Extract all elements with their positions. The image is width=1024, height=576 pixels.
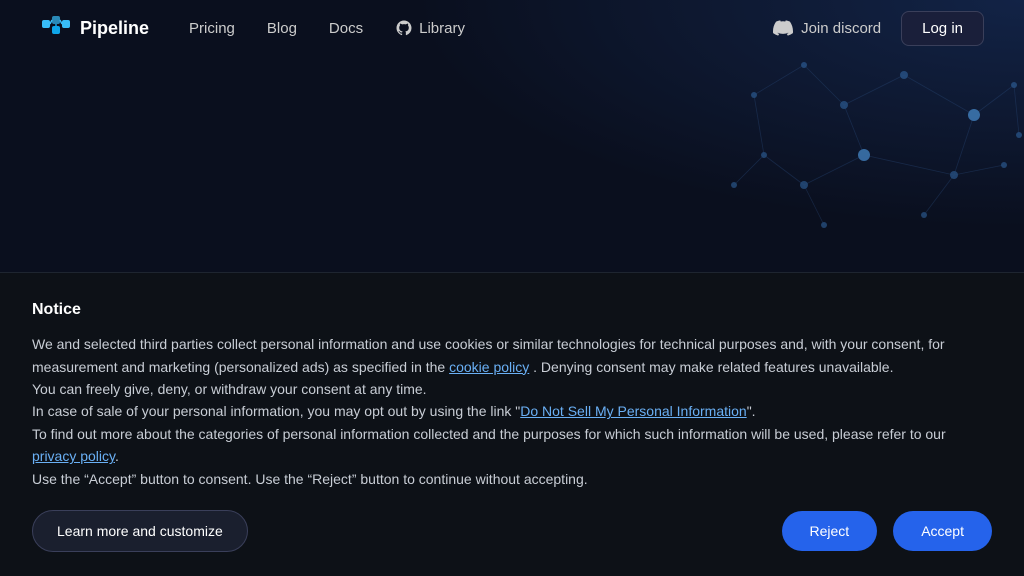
pipeline-logo-icon	[40, 12, 72, 44]
notice-body-line6: To find out more about the categories of…	[32, 426, 946, 442]
notice-body-line4: In case of sale of your personal informa…	[32, 403, 520, 419]
nav-links: Pricing Blog Docs Library	[189, 19, 773, 37]
privacy-policy-link[interactable]: privacy policy	[32, 448, 115, 464]
cookie-policy-link[interactable]: cookie policy	[449, 359, 529, 375]
notice-title: Notice	[32, 301, 992, 319]
discord-link[interactable]: Join discord	[773, 18, 881, 38]
notice-body-line7: .	[115, 448, 119, 464]
notice-body: We and selected third parties collect pe…	[32, 333, 992, 490]
network-decoration	[704, 55, 1024, 245]
nav-library[interactable]: Library	[395, 19, 465, 37]
nav-pricing[interactable]: Pricing	[189, 20, 235, 37]
login-button[interactable]: Log in	[901, 11, 984, 46]
discord-label: Join discord	[801, 20, 881, 37]
nav-library-label: Library	[419, 20, 465, 37]
learn-more-button[interactable]: Learn more and customize	[32, 510, 248, 552]
nav-blog[interactable]: Blog	[267, 20, 297, 37]
logo[interactable]: Pipeline	[40, 12, 149, 44]
logo-text: Pipeline	[80, 18, 149, 39]
reject-button[interactable]: Reject	[782, 511, 878, 551]
notice-body-line8: Use the “Accept” button to consent. Use …	[32, 471, 588, 487]
nav-docs[interactable]: Docs	[329, 20, 363, 37]
accept-button[interactable]: Accept	[893, 511, 992, 551]
notice-body-line3: You can freely give, deny, or withdraw y…	[32, 381, 427, 397]
cookie-notice: Notice We and selected third parties col…	[0, 272, 1024, 576]
notice-body-line2: . Denying consent may make related featu…	[533, 359, 893, 375]
navbar: Pipeline Pricing Blog Docs Library Join …	[0, 0, 1024, 56]
notice-actions: Learn more and customize Reject Accept	[32, 510, 992, 552]
discord-icon	[773, 18, 793, 38]
notice-body-line5: ".	[747, 403, 756, 419]
github-icon	[395, 19, 413, 37]
do-not-sell-link[interactable]: Do Not Sell My Personal Information	[520, 403, 746, 419]
nav-right: Join discord Log in	[773, 11, 984, 46]
